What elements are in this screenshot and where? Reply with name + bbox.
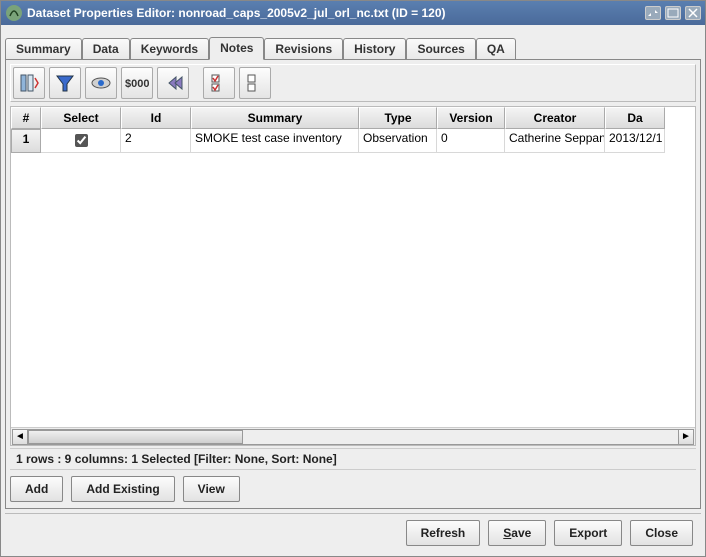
add-existing-button[interactable]: Add Existing bbox=[71, 476, 174, 502]
first-page-icon[interactable] bbox=[157, 67, 189, 99]
tab-keywords[interactable]: Keywords bbox=[130, 38, 209, 60]
notes-panel: $000 # Select Id Summary bbox=[5, 59, 701, 509]
columns-icon[interactable] bbox=[13, 67, 45, 99]
cell-date[interactable]: 2013/12/1 bbox=[605, 129, 665, 153]
scroll-thumb[interactable] bbox=[28, 430, 243, 444]
eye-icon[interactable] bbox=[85, 67, 117, 99]
tab-revisions[interactable]: Revisions bbox=[264, 38, 343, 60]
tab-qa[interactable]: QA bbox=[476, 38, 516, 60]
save-button[interactable]: Save bbox=[488, 520, 546, 546]
scroll-left-icon[interactable]: ◄ bbox=[12, 429, 28, 445]
titlebar[interactable]: Dataset Properties Editor: nonroad_caps_… bbox=[1, 1, 705, 25]
add-button[interactable]: Add bbox=[10, 476, 63, 502]
column-creator[interactable]: Creator bbox=[505, 107, 605, 129]
save-label-rest: ave bbox=[511, 526, 531, 540]
row-index[interactable]: 1 bbox=[11, 129, 41, 153]
svg-text:$000: $000 bbox=[125, 78, 149, 90]
tab-history[interactable]: History bbox=[343, 38, 406, 60]
window-frame: Dataset Properties Editor: nonroad_caps_… bbox=[0, 0, 706, 557]
cell-creator[interactable]: Catherine Seppanen bbox=[505, 129, 605, 153]
horizontal-scrollbar[interactable]: ◄ ► bbox=[11, 427, 695, 445]
scroll-right-icon[interactable]: ► bbox=[678, 429, 694, 445]
notes-actions: Add Add Existing View bbox=[6, 470, 700, 508]
filter-icon[interactable] bbox=[49, 67, 81, 99]
client-area: Summary Data Keywords Notes Revisions Hi… bbox=[1, 25, 705, 556]
table-toolbar: $000 bbox=[10, 64, 696, 102]
select-checkbox[interactable] bbox=[75, 134, 88, 147]
table-grid: # Select Id Summary Type Version Creator… bbox=[11, 107, 695, 153]
refresh-button[interactable]: Refresh bbox=[406, 520, 481, 546]
app-icon bbox=[5, 4, 23, 22]
window-title: Dataset Properties Editor: nonroad_caps_… bbox=[27, 6, 641, 20]
dialog-footer: Refresh Save Export Close bbox=[5, 513, 701, 552]
column-id[interactable]: Id bbox=[121, 107, 191, 129]
cell-summary[interactable]: SMOKE test case inventory bbox=[191, 129, 359, 153]
tab-summary[interactable]: Summary bbox=[5, 38, 82, 60]
maximize-icon[interactable] bbox=[665, 6, 681, 20]
export-button[interactable]: Export bbox=[554, 520, 622, 546]
currency-format-icon[interactable]: $000 bbox=[121, 67, 153, 99]
table-empty-area bbox=[11, 153, 695, 427]
view-button[interactable]: View bbox=[183, 476, 240, 502]
tab-notes[interactable]: Notes bbox=[209, 37, 264, 60]
tab-sources[interactable]: Sources bbox=[406, 38, 475, 60]
minimize-icon[interactable] bbox=[645, 6, 661, 20]
table-status: 1 rows : 9 columns: 1 Selected [Filter: … bbox=[10, 448, 696, 470]
tab-bar: Summary Data Keywords Notes Revisions Hi… bbox=[5, 33, 701, 60]
close-icon[interactable] bbox=[685, 6, 701, 20]
cell-version[interactable]: 0 bbox=[437, 129, 505, 153]
checklist-icon[interactable] bbox=[203, 67, 235, 99]
scroll-track[interactable] bbox=[28, 429, 678, 445]
row-select-checkbox[interactable] bbox=[41, 129, 121, 153]
column-summary[interactable]: Summary bbox=[191, 107, 359, 129]
notes-table: # Select Id Summary Type Version Creator… bbox=[10, 106, 696, 446]
close-button[interactable]: Close bbox=[630, 520, 693, 546]
column-type[interactable]: Type bbox=[359, 107, 437, 129]
cell-id[interactable]: 2 bbox=[121, 129, 191, 153]
column-version[interactable]: Version bbox=[437, 107, 505, 129]
column-date[interactable]: Da bbox=[605, 107, 665, 129]
uncheck-icon[interactable] bbox=[239, 67, 271, 99]
column-select[interactable]: Select bbox=[41, 107, 121, 129]
cell-type[interactable]: Observation bbox=[359, 129, 437, 153]
tab-data[interactable]: Data bbox=[82, 38, 130, 60]
column-idx[interactable]: # bbox=[11, 107, 41, 129]
